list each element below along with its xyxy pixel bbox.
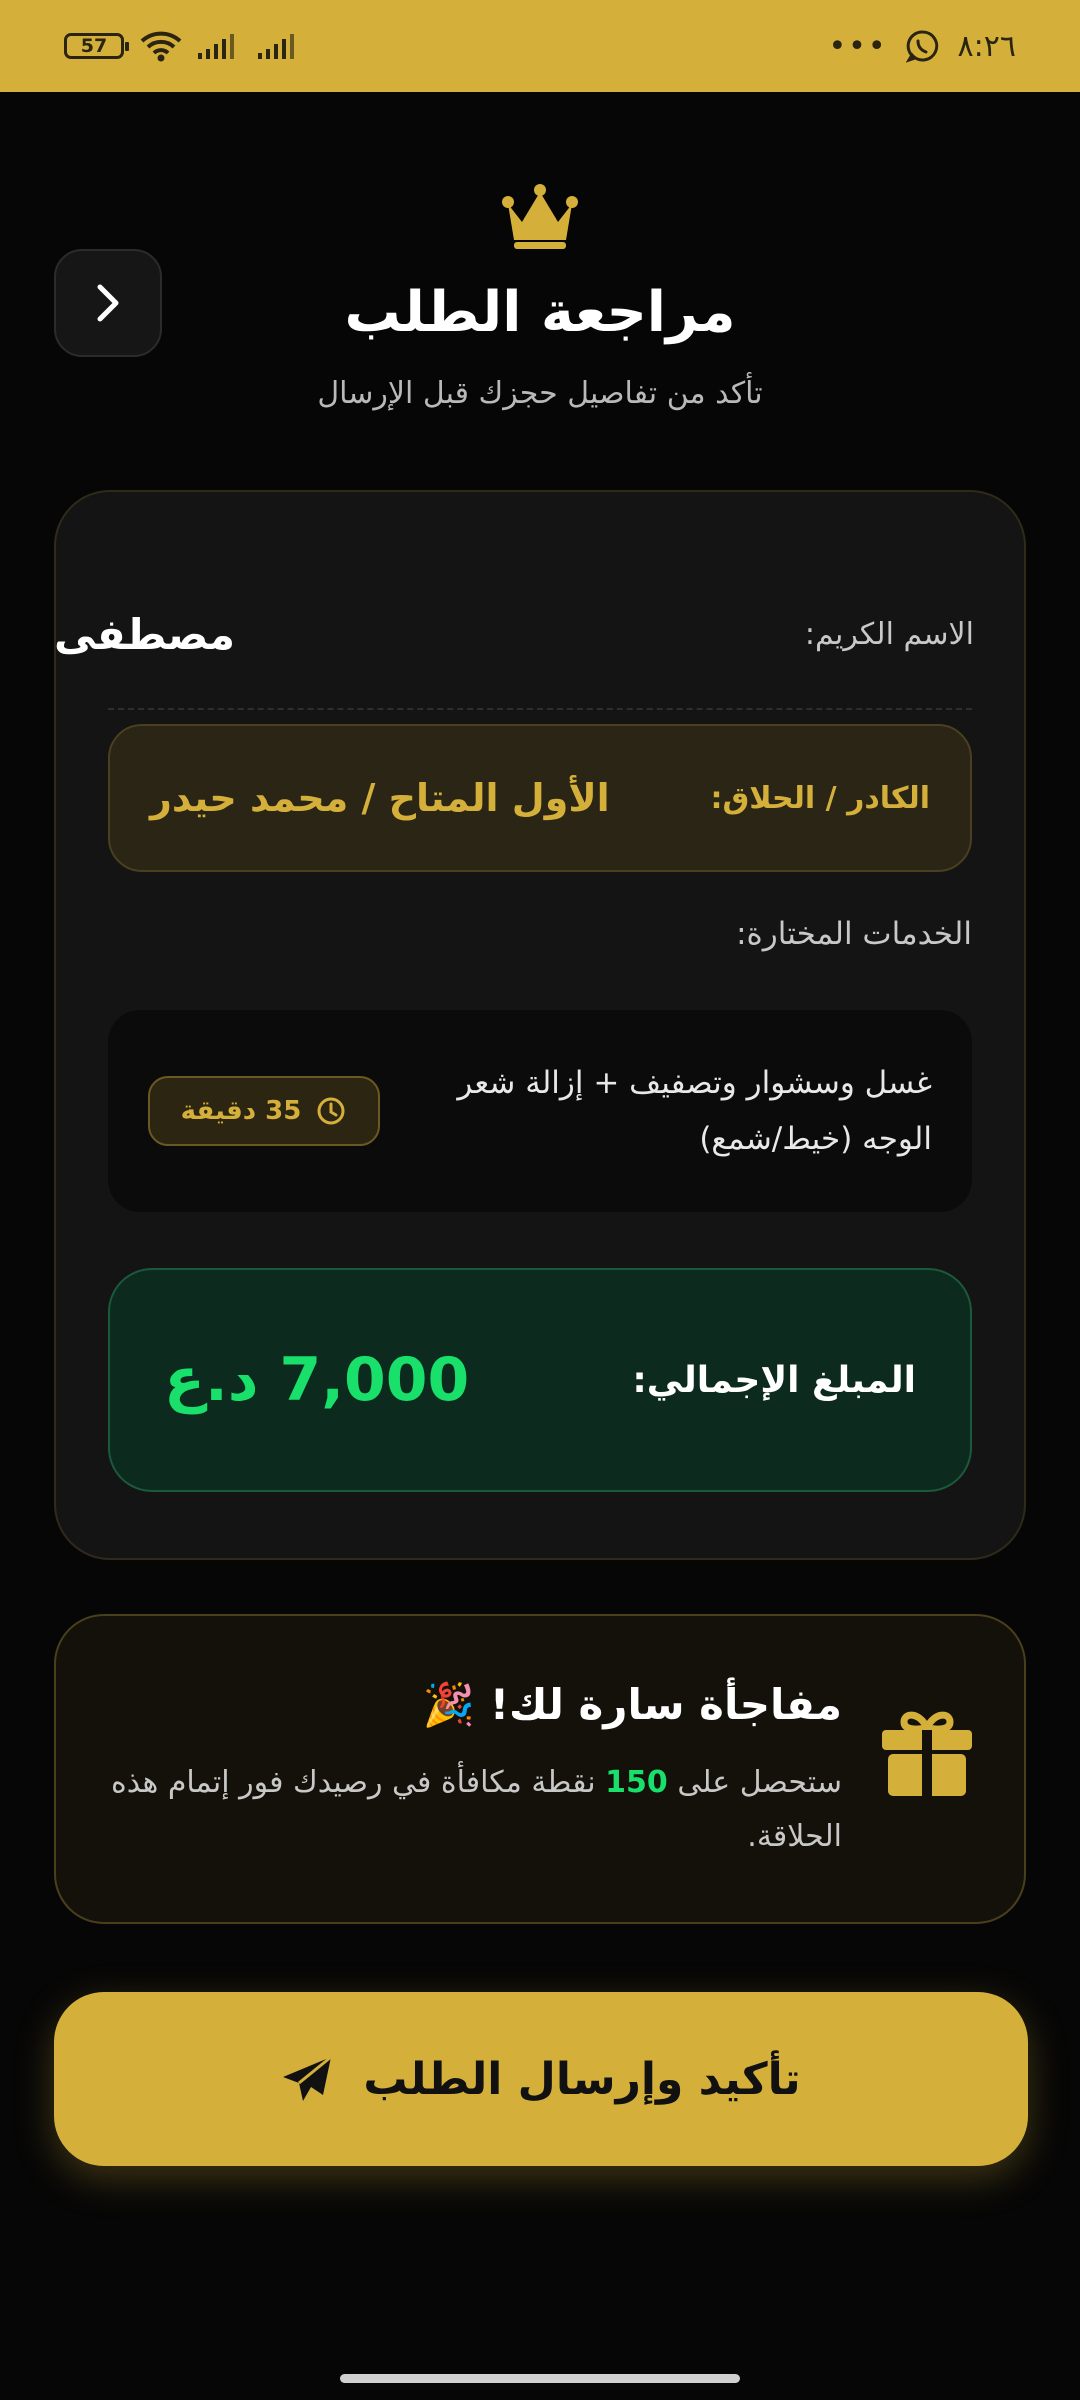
whatsapp-icon xyxy=(905,30,938,63)
clock-time: ٨:٢٦ xyxy=(957,28,1016,64)
battery-level: 57 xyxy=(80,35,108,57)
services-label: الخدمات المختارة: xyxy=(736,916,972,952)
reward-text-before: ستحصل على xyxy=(677,1765,842,1800)
barber-value: الأول المتاح / محمد حيدر xyxy=(150,776,610,820)
status-right: ••• ٨:٢٦ xyxy=(828,29,1016,64)
customer-name-label: الاسم الكريم: xyxy=(804,616,974,652)
total-box: المبلغ الإجمالي: 7,000 د.ع xyxy=(108,1268,972,1492)
crown-icon xyxy=(502,184,578,249)
confirm-send-label: تأكيد وإرسال الطلب xyxy=(363,2053,801,2105)
gift-icon xyxy=(882,1711,972,1796)
wifi-icon xyxy=(140,31,182,62)
reward-points: 150 xyxy=(605,1765,668,1800)
signal-icon xyxy=(198,34,234,59)
duration-text: 35 دقيقة xyxy=(180,1096,302,1126)
barber-label: الكادر / الحلاق: xyxy=(710,780,930,816)
customer-name-row: الاسم الكريم: مصطفى xyxy=(54,594,974,674)
status-bar: 57 ••• ٨:٢٦ xyxy=(0,0,1080,92)
battery-indicator: 57 xyxy=(64,33,129,59)
clock-icon xyxy=(317,1097,345,1125)
home-indicator[interactable] xyxy=(340,2374,740,2383)
customer-name-value: مصطفى xyxy=(54,609,236,659)
reward-title: مفاجأة سارة لك! 🎉 xyxy=(422,1680,842,1729)
total-value: 7,000 د.ع xyxy=(164,1345,470,1415)
signal-icon-2 xyxy=(258,34,294,59)
more-dots-icon: ••• xyxy=(828,28,888,64)
service-name: غسل وسشوار وتصفيف + إزالة شعر الوجه (خيط… xyxy=(457,1065,932,1157)
total-label: المبلغ الإجمالي: xyxy=(632,1359,916,1401)
barber-row: الكادر / الحلاق: الأول المتاح / محمد حيد… xyxy=(108,724,972,872)
paper-plane-icon xyxy=(283,2055,333,2101)
divider xyxy=(108,708,972,710)
page-title: مراجعة الطلب xyxy=(344,280,736,345)
reward-text: ستحصل على 150 نقطة مكافأة في رصيدك فور إ… xyxy=(100,1756,842,1864)
service-item: غسل وسشوار وتصفيف + إزالة شعر الوجه (خيط… xyxy=(108,1010,972,1212)
page-subtitle: تأكد من تفاصيل حجزك قبل الإرسال xyxy=(317,376,763,411)
duration-badge: 35 دقيقة xyxy=(148,1076,380,1146)
confirm-send-button[interactable]: تأكيد وإرسال الطلب xyxy=(54,1992,1028,2166)
status-left: 57 xyxy=(64,30,302,62)
